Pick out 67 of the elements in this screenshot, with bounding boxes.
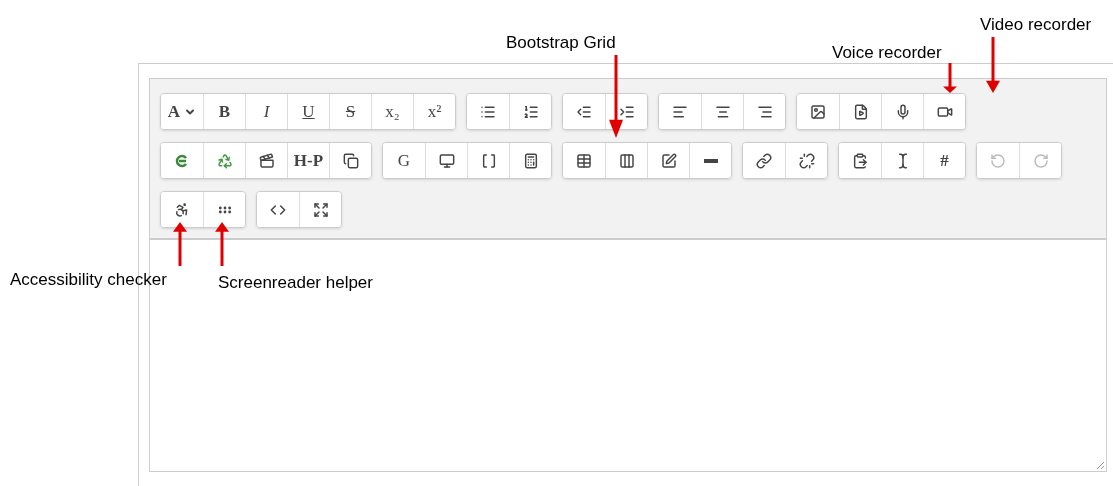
annotation-label: Voice recorder	[832, 42, 942, 64]
subscript-button[interactable]: x₂	[371, 94, 413, 129]
numbered-list-icon	[522, 103, 539, 120]
annotation-label: Accessibility checker	[10, 269, 167, 291]
arrow	[215, 222, 229, 266]
calculator-button[interactable]	[509, 143, 551, 178]
bullet-list-button[interactable]	[467, 94, 509, 129]
fullscreen-icon	[312, 201, 329, 218]
brackets-icon	[480, 152, 497, 169]
align-right-button[interactable]	[743, 94, 785, 129]
annotation-label: Bootstrap Grid	[506, 32, 616, 54]
align-left-button[interactable]	[659, 94, 701, 129]
unlink-icon	[798, 152, 815, 169]
arrow	[943, 63, 957, 93]
recycle-icon	[216, 152, 233, 169]
bootstrap-grid-button[interactable]	[605, 143, 647, 178]
horizontal-rule-button[interactable]	[689, 143, 731, 178]
image-icon	[810, 103, 826, 120]
resize-handle-icon	[1096, 461, 1104, 469]
video-recorder-button[interactable]	[923, 94, 965, 129]
edit-icon	[660, 152, 677, 169]
table-button[interactable]	[563, 143, 605, 178]
arrow	[173, 222, 187, 266]
monitor-button[interactable]	[425, 143, 467, 178]
bootstrap-grid-icon	[618, 152, 635, 169]
monitor-icon	[438, 152, 455, 169]
fullscreen-button[interactable]	[299, 192, 341, 227]
accessibility-checker-button[interactable]	[161, 192, 203, 227]
edit-button[interactable]	[647, 143, 689, 178]
html-button[interactable]	[257, 192, 299, 227]
brackets-button[interactable]	[467, 143, 509, 178]
annotation-label: Video recorder	[980, 14, 1092, 36]
unlink-button[interactable]	[785, 143, 827, 178]
copy-button[interactable]	[329, 143, 371, 178]
numbered-list-button[interactable]	[509, 94, 551, 129]
voice-recorder-button[interactable]	[881, 94, 923, 129]
align-center-button[interactable]	[701, 94, 743, 129]
italic-button[interactable]: I	[245, 94, 287, 129]
link-button[interactable]	[743, 143, 785, 178]
accessibility-checker-icon	[174, 201, 190, 218]
font-style-button[interactable]: A	[161, 94, 203, 129]
g-button[interactable]: G	[383, 143, 425, 178]
text-cursor-button[interactable]	[881, 143, 923, 178]
copy-icon	[342, 152, 359, 169]
outdent-button[interactable]	[563, 94, 605, 129]
underline-button[interactable]: U	[287, 94, 329, 129]
link-icon	[756, 152, 772, 169]
calculator-icon	[522, 152, 539, 169]
undo-icon	[990, 152, 1006, 169]
table-icon	[576, 152, 592, 169]
annotation-label: Screenreader helper	[218, 272, 373, 294]
paste-icon	[852, 152, 868, 169]
clapperboard-icon	[258, 152, 275, 169]
h5p-button[interactable]: H-P	[287, 143, 329, 178]
redo-icon	[1032, 152, 1049, 169]
screenreader-helper-button[interactable]	[203, 192, 245, 227]
image-button[interactable]	[797, 94, 839, 129]
superscript-button[interactable]: x²	[413, 94, 455, 129]
arrow	[986, 37, 1000, 93]
media-icon	[852, 103, 869, 120]
equation-button[interactable]	[161, 143, 203, 178]
media-button[interactable]	[839, 94, 881, 129]
hash-button[interactable]: #	[923, 143, 965, 178]
clapperboard-button[interactable]	[245, 143, 287, 178]
strikethrough-button[interactable]: S	[329, 94, 371, 129]
paste-button[interactable]	[839, 143, 881, 178]
bold-button[interactable]: B	[203, 94, 245, 129]
